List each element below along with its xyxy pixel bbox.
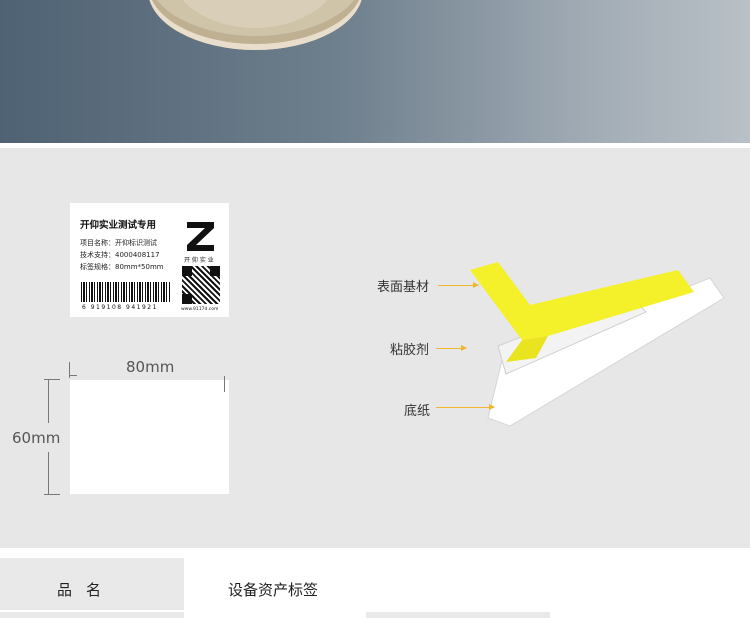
label-project-line: 项目名称：开仰标识测试	[80, 239, 157, 247]
next-row-label-cell-2	[366, 612, 550, 618]
sample-label: 开仰实业测试专用 项目名称：开仰标识测试 技术支持：4000408117 标签规…	[70, 203, 229, 317]
barcode-image	[81, 282, 171, 302]
height-line-bottom	[48, 452, 49, 494]
adhesive-arrow	[436, 345, 467, 351]
surface-arrow	[438, 282, 479, 288]
width-line-left	[69, 375, 77, 376]
spec-label-cell: 品名	[0, 558, 184, 610]
backing-arrow	[436, 404, 495, 410]
label-url: www.9117d.com	[181, 307, 219, 312]
product-name-label: 品名	[57, 581, 116, 599]
height-dimension: 60mm	[12, 429, 61, 447]
height-line-top	[48, 379, 49, 423]
width-dimension: 80mm	[126, 358, 175, 376]
label-spec-line: 标签规格：80mm*50mm	[80, 263, 164, 271]
barcode-number: 6 919108 941921	[82, 304, 158, 311]
blank-label-diagram	[70, 380, 229, 494]
height-tick-top	[44, 379, 60, 380]
surface-material-label: 表面基材	[377, 280, 430, 295]
product-name-value: 设备资产标签	[228, 581, 319, 599]
label-support-line: 技术支持：4000408117	[80, 251, 160, 259]
qr-code-icon	[182, 266, 220, 304]
spec-table-row: 品名 设备资产标签	[0, 558, 750, 610]
z-logo-icon	[183, 218, 218, 253]
hero-banner	[0, 0, 750, 143]
height-tick-bottom	[44, 494, 60, 495]
backing-paper-label: 底纸	[404, 404, 431, 419]
label-title: 开仰实业测试专用	[80, 220, 157, 231]
width-tick-right	[224, 376, 225, 392]
next-row-label-cell	[0, 612, 184, 618]
adhesive-label: 粘胶剂	[390, 343, 430, 358]
logo-text: 开 仰 实 业	[184, 257, 214, 264]
